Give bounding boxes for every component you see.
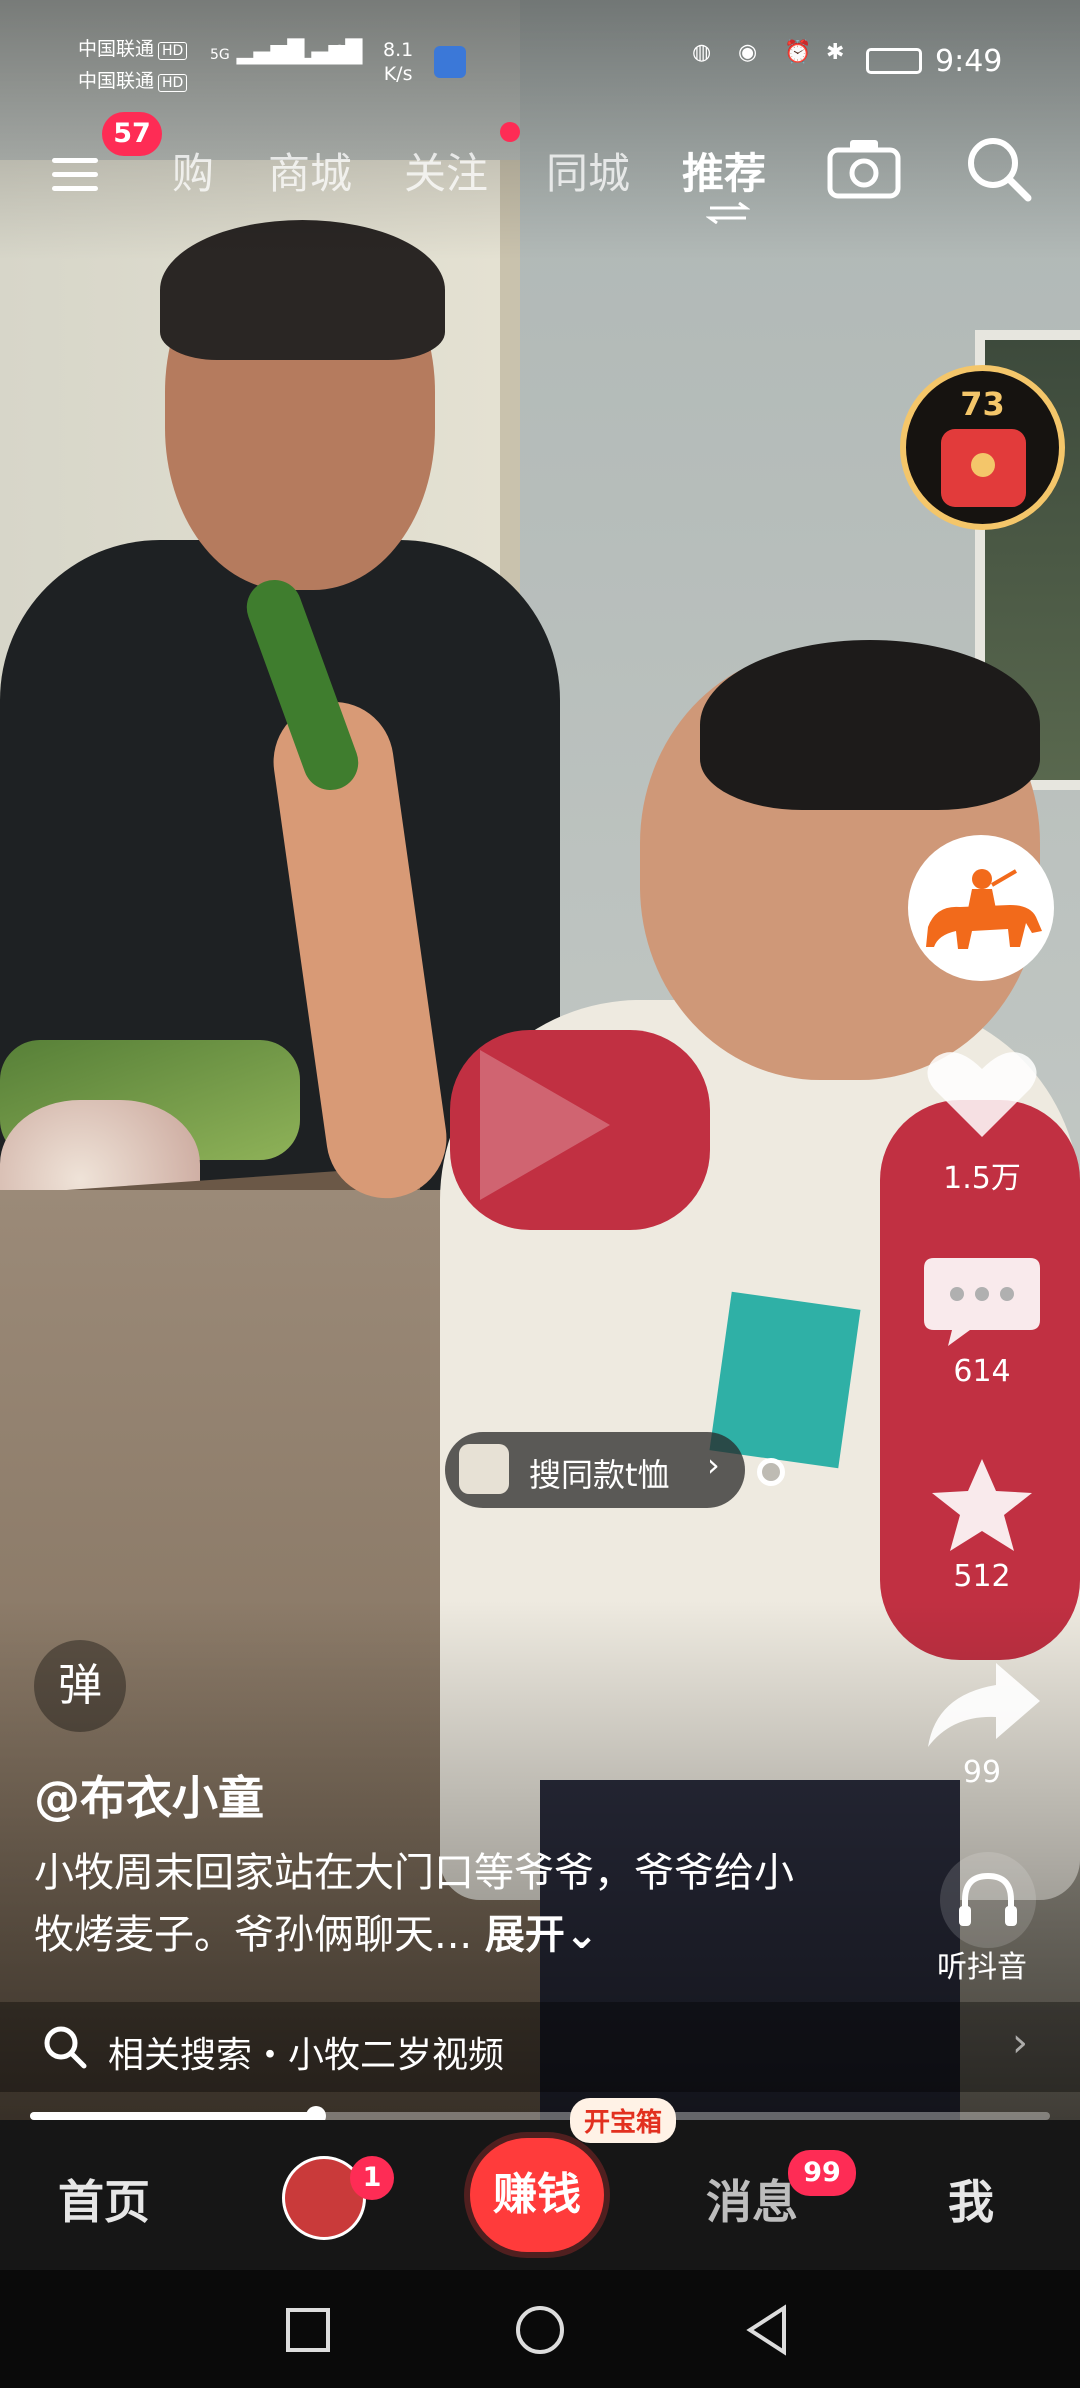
tab-recommend[interactable]: 推荐	[682, 140, 766, 201]
home-circle-icon[interactable]	[514, 2304, 566, 2356]
share-arrow-icon	[928, 1663, 1040, 1747]
friend-badge: 1	[350, 2156, 394, 2200]
favorite-count: 512	[953, 1559, 1011, 1594]
chevron-right-icon: ›	[1012, 2020, 1028, 2066]
headphones-icon	[940, 1852, 1036, 1948]
following-dot	[500, 122, 520, 142]
video-subject-boy-hair	[700, 640, 1040, 810]
clock: 9:49	[935, 44, 1003, 79]
product-thumbnail	[459, 1444, 509, 1494]
carrier-2: 中国联通 HD	[78, 66, 188, 93]
tab-me[interactable]: 我	[948, 2166, 994, 2232]
description-text: 小牧周末回家站在大门口等爷爷，爷爷给小牧烤麦子。爷孙俩聊天...	[34, 1850, 794, 1958]
recents-square-icon[interactable]	[284, 2306, 332, 2354]
carrier-1: 中国联通 HD	[78, 34, 188, 61]
ox-rider-logo-icon	[926, 869, 1042, 949]
reward-timer-count: 73	[960, 385, 1005, 423]
tab-messages[interactable]: 消息	[706, 2166, 798, 2232]
author-name[interactable]: @布衣小童	[34, 1762, 264, 1828]
video-progress-fill	[30, 2112, 316, 2120]
product-search-pill[interactable]: 搜同款t恤 ›	[445, 1432, 745, 1508]
menu-icon[interactable]	[52, 158, 98, 194]
red-envelope-icon	[941, 429, 1026, 507]
nfc-icon: ◍	[692, 40, 712, 65]
like-count: 1.5万	[943, 1161, 1021, 1196]
like-button[interactable]: 1.5万	[912, 1045, 1052, 1196]
douyin-video-screen: 中国联通 HD 中国联通 HD 5G ▂▄▆█ 4G ▂▄▆█ ◠ 8.1 K/s ◍…	[0, 0, 1080, 2388]
bluetooth-icon: ✱	[826, 40, 845, 65]
share-count: 99	[962, 1755, 1002, 1790]
tab-shop[interactable]: 购	[172, 140, 214, 201]
alarm-icon: ⏰	[784, 40, 812, 65]
switch-arrows-icon	[706, 202, 750, 224]
tab-mall[interactable]: 商城	[268, 140, 352, 201]
expand-link[interactable]: 展开⌄	[485, 1912, 599, 1958]
favorite-button[interactable]: 512	[912, 1455, 1052, 1594]
chevron-right-icon: ›	[707, 1446, 720, 1484]
listen-button[interactable]: 听抖音	[918, 1850, 1058, 1985]
tab-home[interactable]: 首页	[58, 2166, 150, 2232]
related-search-label: 相关搜索・小牧二岁视频	[108, 2035, 505, 2076]
tab-following[interactable]: 关注	[404, 140, 488, 201]
star-icon	[932, 1459, 1032, 1551]
listen-label: 听抖音	[937, 1950, 1027, 1985]
product-search-label: 搜同款t恤	[529, 1456, 670, 1494]
heart-icon	[927, 1052, 1037, 1137]
bottom-tab-bar: 首页 1 赚钱 开宝箱 消息 99 我	[0, 2098, 1080, 2270]
play-icon	[480, 1050, 610, 1200]
earn-button[interactable]: 赚钱	[470, 2138, 604, 2252]
menu-badge: 57	[102, 112, 162, 156]
danmaku-toggle-button[interactable]: 弹	[34, 1640, 126, 1732]
author-avatar[interactable]	[908, 835, 1054, 981]
eye-comfort-icon: ◉	[738, 40, 758, 65]
related-search-bar[interactable]: 相关搜索・小牧二岁视频 ›	[0, 2002, 1080, 2092]
comment-button[interactable]: 614	[912, 1250, 1052, 1389]
battery-icon	[866, 48, 922, 74]
search-icon[interactable]	[964, 134, 1034, 204]
network-speed: 8.1 K/s	[383, 39, 414, 85]
tab-nearby[interactable]: 同城	[546, 140, 630, 201]
video-progress-bar[interactable]	[30, 2106, 1050, 2126]
search-icon	[44, 2026, 87, 2069]
comment-icon	[924, 1258, 1040, 1346]
system-navigation-bar	[0, 2270, 1080, 2388]
video-description: 小牧周末回家站在大门口等爷爷，爷爷给小牧烤麦子。爷孙俩聊天... 展开⌄	[34, 1842, 814, 1966]
messages-badge: 99	[788, 2150, 856, 2196]
app-notification-icon	[434, 46, 466, 78]
status-bar: 中国联通 HD 中国联通 HD 5G ▂▄▆█ 4G ▂▄▆█ ◠ 8.1 K/s ◍…	[0, 0, 1080, 120]
top-nav: 57 购 商城 关注 同城 推荐	[0, 112, 1080, 230]
reward-timer-widget[interactable]: 73	[900, 365, 1065, 530]
wifi-icon: ◠	[330, 40, 350, 65]
treasure-chest-tag[interactable]: 开宝箱	[570, 2098, 677, 2143]
comment-count: 614	[953, 1354, 1011, 1389]
back-triangle-icon[interactable]	[744, 2304, 790, 2356]
share-button[interactable]: 99	[912, 1655, 1052, 1790]
hotspot-indicator[interactable]	[757, 1458, 785, 1486]
camera-icon[interactable]	[826, 136, 902, 200]
